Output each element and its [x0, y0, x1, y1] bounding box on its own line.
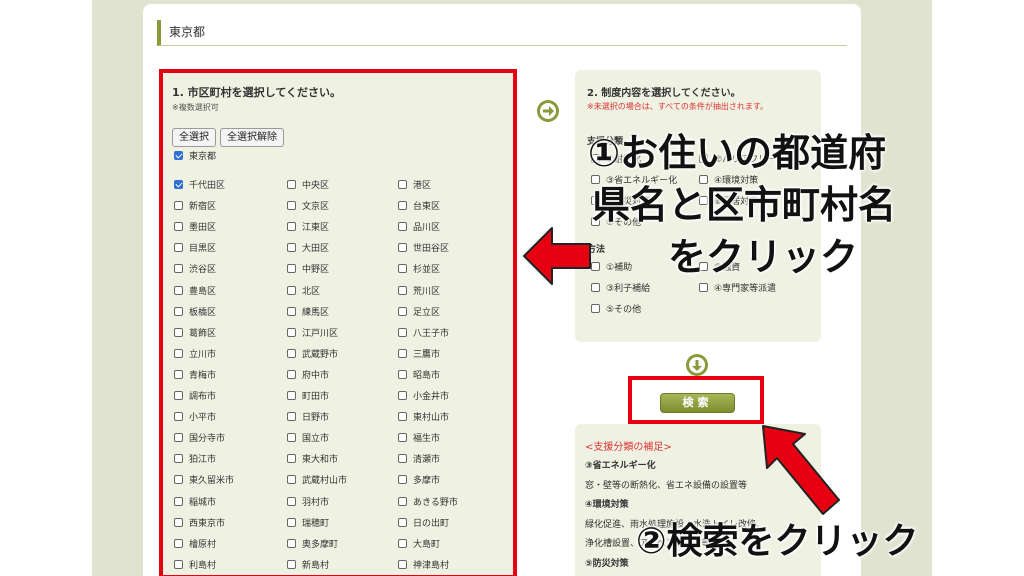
method-checkbox[interactable]: ①補助: [591, 260, 632, 273]
checkbox-box[interactable]: [591, 304, 600, 313]
prefecture-title: 東京都: [157, 20, 847, 46]
right-arrow-icon: [537, 100, 559, 122]
red-arrow-up-icon: [762, 425, 840, 515]
info-category-heading: ④環境対策: [585, 500, 629, 510]
checkbox-label: ⑤その他: [606, 305, 642, 315]
screenshot-stage: 東京都 1. 市区町村を選択してください。 ※複数選択可 全選択 全選択解除 東…: [0, 0, 1024, 576]
info-category-heading: ③省エネルギー化: [585, 461, 656, 471]
step2-annotation: ②検索をクリック: [636, 521, 919, 562]
checkbox-box[interactable]: [591, 262, 600, 271]
info-description: 窓・壁等の断熱化、省エネ設備の設置等: [585, 480, 748, 491]
info-category-heading: ⑤防災対策: [585, 558, 629, 569]
highlight-search-box: [628, 376, 764, 424]
highlight-municipality-box: [159, 69, 517, 576]
info-title: <支援分類の補足>: [585, 442, 672, 453]
down-arrow-icon: [686, 354, 708, 376]
checkbox-label: ③利子補給: [606, 284, 651, 294]
program-heading: 2. 制度内容を選択してください。: [587, 88, 741, 99]
method-checkbox[interactable]: ③利子補給: [591, 281, 650, 294]
checkbox-label: ④専門家等派遣: [714, 284, 777, 294]
checkbox-box[interactable]: [699, 283, 708, 292]
step1-annotation-line2: 県名と区市町村名: [592, 183, 897, 227]
red-arrow-left-icon: [523, 227, 591, 285]
method-checkbox[interactable]: ④専門家等派遣: [699, 281, 776, 294]
method-checkbox[interactable]: ⑤その他: [591, 302, 641, 315]
program-warning: ※未選択の場合は、すべての条件が抽出されます。: [587, 102, 769, 111]
step1-annotation-line1: ①お住いの都道府: [588, 131, 887, 175]
checkbox-label: ①補助: [606, 263, 633, 273]
step1-annotation-line3: をクリック: [668, 235, 859, 279]
checkbox-box[interactable]: [591, 283, 600, 292]
